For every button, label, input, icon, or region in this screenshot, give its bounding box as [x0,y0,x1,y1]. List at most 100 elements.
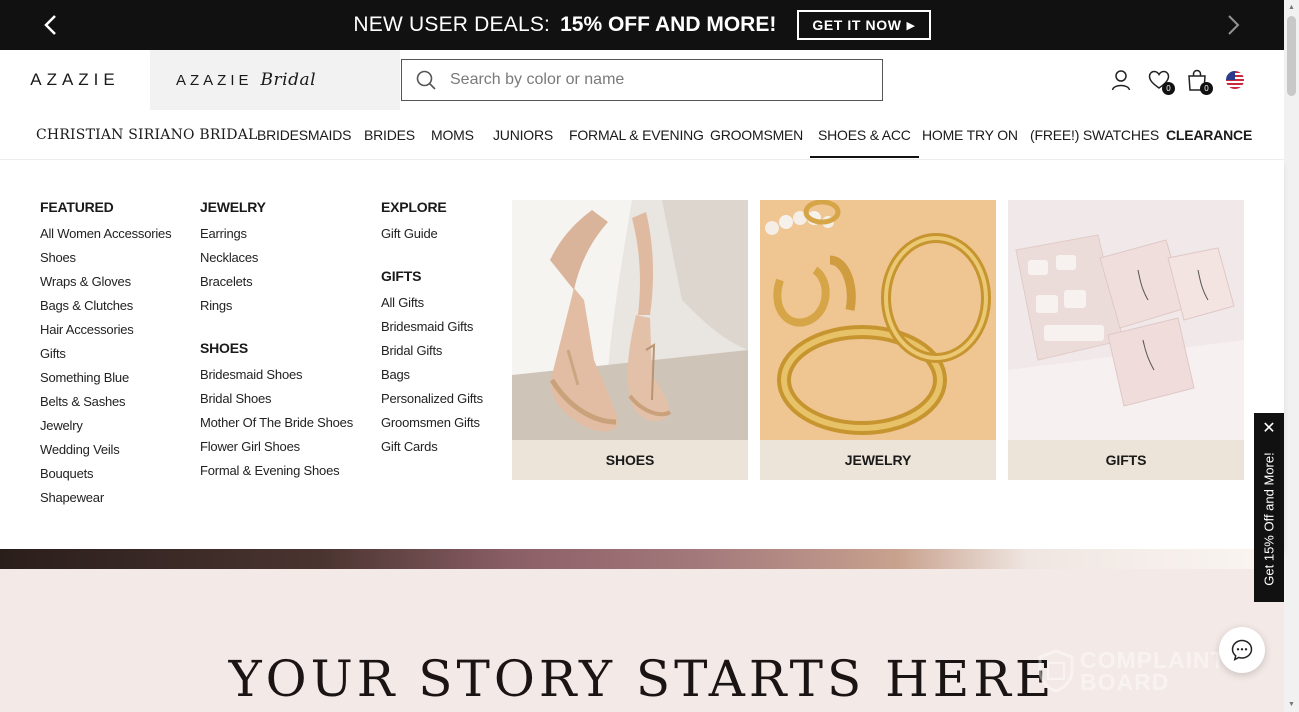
close-icon[interactable]: ✕ [1254,421,1284,437]
scroll-down-arrow-icon[interactable]: ▼ [1284,697,1299,712]
menu-link[interactable]: Bags [381,363,483,387]
chat-bubble-icon [1231,639,1253,661]
account-button[interactable] [1109,68,1133,92]
cart-count-badge: 0 [1200,82,1213,95]
menu-link[interactable]: Bridal Shoes [200,387,353,411]
get-it-now-label: GET IT NOW [812,17,902,33]
search-box[interactable] [401,59,883,101]
jewelry-tile-caption: JEWELRY [760,440,996,480]
menu-column-jewelry-shoes: JEWELRY Earrings Necklaces Bracelets Rin… [200,198,353,483]
menu-link[interactable]: Shoes [40,246,171,270]
menu-link[interactable]: Gift Cards [381,435,483,459]
menu-link[interactable]: Earrings [200,222,353,246]
nav-home-try-on[interactable]: HOME TRY ON [922,110,1018,160]
shoes-image [512,200,748,440]
nav-free-swatches[interactable]: (FREE!) SWATCHES [1030,110,1159,160]
menu-heading-shoes: SHOES [200,340,249,356]
scroll-up-arrow-icon[interactable]: ▲ [1284,0,1299,15]
menu-column-featured: FEATURED All Women Accessories Shoes Wra… [40,198,172,510]
nav-groomsmen[interactable]: GROOMSMEN [710,110,803,160]
main-nav: CHRISTIAN SIRIANO BRIDAL BRIDESMAIDS BRI… [0,110,1284,160]
menu-link[interactable]: Rings [200,294,353,318]
promo-lead-text: NEW USER DEALS: [353,13,551,36]
jewelry-promo-tile[interactable]: JEWELRY [760,200,996,480]
menu-link[interactable]: Wedding Veils [40,438,171,462]
us-flag-icon [1226,71,1244,89]
bridal-logo-wordmark: AZAZIE [176,71,253,89]
menu-link[interactable]: All Gifts [381,291,483,315]
shoes-acc-mega-menu: FEATURED All Women Accessories Shoes Wra… [0,160,1284,549]
search-icon [416,70,436,90]
azazie-bridal-logo[interactable]: AZAZIE Bridal [150,50,400,110]
watermark-line2: BOARD [1080,669,1170,695]
menu-link[interactable]: Bridesmaid Shoes [200,363,353,387]
gifts-tile-caption: GIFTS [1008,440,1244,480]
gifts-image [1008,200,1244,440]
site-header: AZAZIE AZAZIE Bridal 0 0 [0,50,1284,110]
country-selector[interactable] [1223,68,1247,92]
azazie-logo[interactable]: AZAZIE [0,50,150,110]
bridal-logo-script: Bridal [260,70,317,90]
menu-link[interactable]: Bridesmaid Gifts [381,315,483,339]
chevron-left-icon [44,15,56,35]
shield-icon [1038,649,1074,693]
hero-image-strip [0,549,1284,569]
jewelry-image [760,200,996,440]
menu-link[interactable]: Shapewear [40,486,171,510]
menu-link[interactable]: Bouquets [40,462,171,486]
menu-link[interactable]: Something Blue [40,366,171,390]
play-triangle-icon: ▶ [906,19,916,32]
nav-juniors[interactable]: JUNIORS [493,110,553,160]
menu-link[interactable]: Groomsmen Gifts [381,411,483,435]
nav-bridesmaids[interactable]: BRIDESMAIDS [257,110,351,160]
menu-link[interactable]: Jewelry [40,414,171,438]
menu-link[interactable]: Formal & Evening Shoes [200,459,353,483]
menu-spacer [200,318,353,339]
menu-heading-featured: FEATURED [40,199,114,215]
menu-link[interactable]: Bags & Clutches [40,294,171,318]
menu-heading-explore: EXPLORE [381,199,447,215]
menu-link[interactable]: Hair Accessories [40,318,171,342]
menu-link[interactable]: Bracelets [200,270,353,294]
shoes-promo-tile[interactable]: SHOES [512,200,748,480]
menu-link[interactable]: Bridal Gifts [381,339,483,363]
chat-button[interactable] [1219,627,1265,673]
nav-moms[interactable]: MOMS [431,110,474,160]
nav-clearance[interactable]: CLEARANCE [1166,110,1252,160]
menu-link[interactable]: Gifts [40,342,171,366]
menu-link[interactable]: Wraps & Gloves [40,270,171,294]
page-scrollbar[interactable]: ▲ ▼ [1284,0,1299,712]
discount-side-tab[interactable]: ✕ Get 15% Off and More! [1254,413,1284,602]
menu-column-explore-gifts: EXPLORE Gift Guide GIFTS All Gifts Bride… [381,198,483,459]
search-input[interactable] [450,71,850,89]
menu-link[interactable]: Personalized Gifts [381,387,483,411]
wishlist-count-badge: 0 [1162,82,1175,95]
gifts-promo-tile[interactable]: GIFTS [1008,200,1244,480]
watermark-line1: COMPLAINTS [1080,647,1243,673]
discount-side-tab-label: Get 15% Off and More! [1261,452,1277,586]
nav-christian-siriano-bridal[interactable]: CHRISTIAN SIRIANO BRIDAL [36,110,258,160]
promo-next-button[interactable] [1214,0,1254,50]
menu-link[interactable]: All Women Accessories [40,222,172,246]
menu-link[interactable]: Belts & Sashes [40,390,171,414]
get-it-now-button[interactable]: GET IT NOW ▶ [797,10,931,40]
user-icon [1111,70,1131,91]
menu-heading-jewelry: JEWELRY [200,199,266,215]
menu-link[interactable]: Necklaces [200,246,353,270]
promo-prev-button[interactable] [30,0,70,50]
cart-button[interactable]: 0 [1185,68,1213,95]
menu-link[interactable]: Gift Guide [381,222,483,246]
nav-brides[interactable]: BRIDES [364,110,415,160]
shoes-tile-caption: SHOES [512,440,748,480]
menu-spacer [381,246,483,267]
menu-link[interactable]: Mother Of The Bride Shoes [200,411,353,435]
scrollbar-thumb[interactable] [1287,16,1296,96]
nav-formal-evening[interactable]: FORMAL & EVENING [569,110,704,160]
wishlist-button[interactable]: 0 [1147,68,1175,95]
promo-highlight-text: 15% OFF AND MORE! [560,13,777,36]
nav-shoes-acc[interactable]: SHOES & ACC [810,110,919,160]
chevron-right-icon [1228,15,1240,35]
promo-bar: NEW USER DEALS: 15% OFF AND MORE! GET IT… [0,0,1284,50]
menu-link[interactable]: Flower Girl Shoes [200,435,353,459]
menu-heading-gifts: GIFTS [381,268,422,284]
